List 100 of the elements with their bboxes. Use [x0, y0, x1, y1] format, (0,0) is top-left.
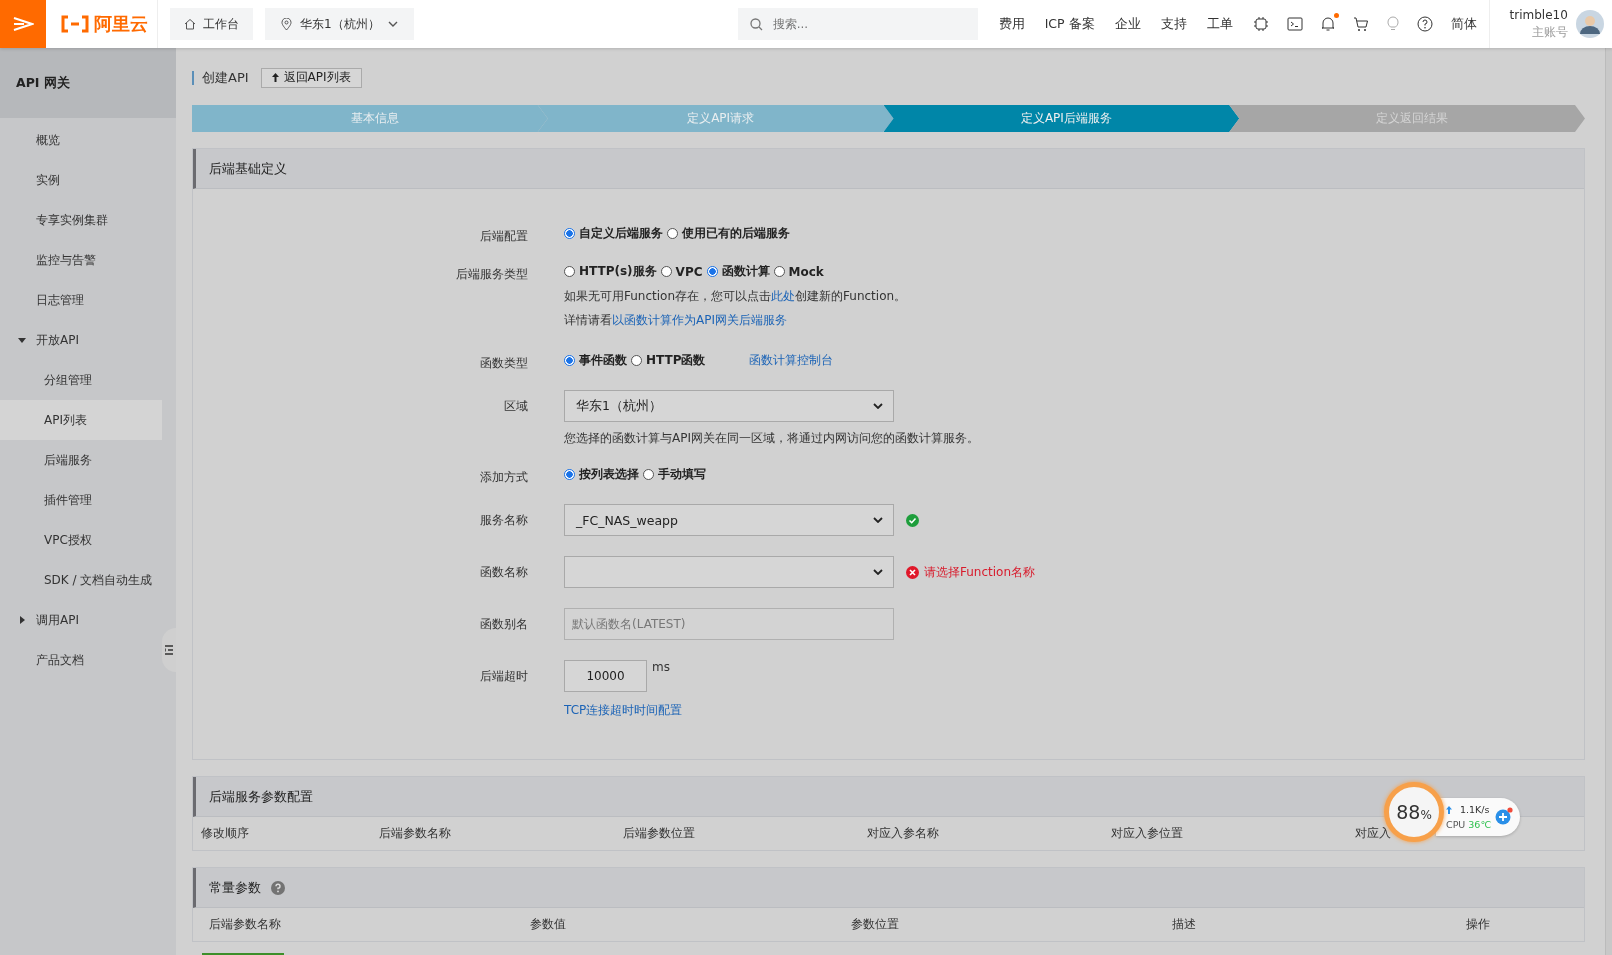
bell-icon[interactable] [1320, 16, 1335, 32]
home-icon [184, 18, 196, 30]
search-field[interactable]: 搜索... [737, 8, 978, 40]
field-label: 后端配置 [479, 228, 528, 245]
column-header: 参数位置 [851, 916, 900, 933]
sidebar-item[interactable]: SDK / 文档自动生成 [0, 560, 162, 600]
column-header: 后端参数名称 [379, 825, 452, 842]
cpu-label: CPU [1446, 818, 1466, 832]
cart-icon[interactable] [1352, 16, 1369, 32]
network-speed: 1.1K/s [1460, 803, 1490, 817]
field-label: 函数名称 [479, 564, 528, 581]
sidebar-item[interactable]: 专享实例集群 [0, 200, 162, 240]
workbench-button[interactable]: 工作台 [170, 8, 253, 40]
chevron-icon [387, 21, 398, 27]
unit-label: ms [652, 660, 670, 674]
column-header: 对应入参位置 [1111, 825, 1184, 842]
help-icon[interactable] [1416, 16, 1433, 32]
terminal-icon[interactable] [1286, 17, 1303, 31]
nav-link[interactable]: 企业 [1114, 15, 1141, 33]
caret-right-icon [18, 616, 26, 624]
chevron-icon [873, 569, 883, 575]
sidebar-item[interactable]: 调用API [0, 600, 162, 640]
radio-option[interactable]: 手动填写 [643, 466, 706, 483]
radio-option[interactable]: HTTP函数 [631, 352, 706, 369]
location-icon [281, 17, 292, 31]
sidebar-item[interactable]: 插件管理 [0, 480, 162, 520]
radio-option[interactable]: 使用已有的后端服务 [667, 225, 790, 242]
radio-option[interactable]: 事件函数 [564, 352, 627, 369]
doc-link[interactable]: 以函数计算作为API网关后端服务 [612, 313, 787, 327]
field-label: 函数别名 [479, 616, 528, 633]
section-title: 后端基础定义 [193, 149, 1584, 189]
console-link[interactable]: 函数计算控制台 [749, 352, 834, 369]
menu-button[interactable] [0, 0, 46, 48]
column-header: 后端参数位置 [623, 825, 696, 842]
column-header: 后端参数名称 [209, 916, 282, 933]
column-header: 参数值 [530, 916, 567, 933]
field-label: 添加方式 [479, 469, 528, 486]
collapse-handle[interactable] [162, 628, 176, 672]
dropdown-select[interactable]: _FC_NAS_weapp [564, 504, 894, 536]
search-input[interactable]: 搜索... [770, 16, 955, 32]
field-label: 函数类型 [479, 355, 528, 372]
radio-option[interactable]: HTTP(s)服务 [564, 263, 657, 280]
help-text: 您选择的函数计算与API网关在同一区域，将通过内网访问您的函数计算服务。 [564, 430, 980, 446]
radio-option[interactable]: VPC [660, 264, 703, 279]
sidebar-item[interactable]: 产品文档 [0, 640, 162, 680]
field-label: 后端超时 [479, 668, 528, 685]
nav-link[interactable]: 费用 [998, 15, 1025, 33]
config-link[interactable]: TCP连接超时时间配置 [564, 702, 683, 719]
caret-down-icon [18, 336, 26, 344]
account-role: 主账号 [1531, 24, 1568, 41]
language-link[interactable]: 简体 [1450, 15, 1477, 33]
sidebar-item[interactable]: 监控与告警 [0, 240, 162, 280]
field-label: 服务名称 [479, 512, 528, 529]
sidebar-item[interactable]: 日志管理 [0, 280, 162, 320]
upload-arrow-icon [1446, 805, 1452, 814]
error-message: 请选择Function名称 [924, 563, 1036, 581]
column-header: 操作 [1466, 916, 1491, 933]
column-header: 修改顺序 [201, 825, 250, 842]
dropdown-select[interactable]: 华东1（杭州） [564, 390, 894, 422]
list-icon [165, 645, 173, 655]
help-icon[interactable] [271, 880, 285, 895]
radio-option[interactable]: 函数计算 [706, 263, 770, 280]
radio-option[interactable]: 自定义后端服务 [564, 225, 663, 242]
column-header: 描述 [1172, 916, 1197, 933]
menu-icon [12, 16, 34, 32]
help-text: 如果无可用Function存在，您可以点击此处创建新的Function。 [564, 288, 908, 304]
chevron-icon [873, 403, 883, 409]
logo-icon [60, 15, 90, 33]
help-text: 详情请看以函数计算作为API网关后端服务 [564, 312, 788, 328]
column-header: 对应入 [1355, 825, 1392, 842]
logo-text: 阿里云 [94, 12, 148, 36]
region-selector[interactable]: 华东1（杭州） [265, 8, 414, 40]
nav-link[interactable]: ICP 备案 [1044, 15, 1095, 33]
back-button[interactable]: 返回API列表 [260, 67, 362, 88]
input-field[interactable]: 10000 [564, 660, 647, 692]
page-title: 创建API [192, 70, 249, 85]
field-label: 区域 [503, 398, 528, 415]
nav-link[interactable]: 支持 [1160, 15, 1187, 33]
sidebar-title: API 网关 [0, 48, 176, 118]
column-header: 对应入参名称 [867, 825, 940, 842]
sidebar-item[interactable]: 开放API [0, 320, 162, 360]
chevron-icon [873, 517, 883, 523]
upload-arrow-icon [271, 73, 279, 82]
sidebar-item[interactable]: 实例 [0, 160, 162, 200]
radio-option[interactable]: Mock [773, 264, 824, 279]
sidebar-item[interactable]: VPC授权 [0, 520, 162, 560]
search-icon [749, 17, 763, 31]
sidebar-item[interactable]: 分组管理 [0, 360, 162, 400]
field-label: 后端服务类型 [455, 266, 528, 283]
sidebar-item[interactable]: 后端服务 [0, 440, 162, 480]
plus-icon[interactable] [1495, 806, 1514, 825]
input-field[interactable]: 默认函数名(LATEST) [564, 608, 894, 640]
avatar[interactable] [1575, 10, 1604, 38]
chip-icon[interactable] [1252, 16, 1269, 32]
cpu-temperature: 36℃ [1468, 818, 1492, 832]
sidebar-item[interactable]: API列表 [0, 400, 162, 440]
radio-option[interactable]: 按列表选择 [564, 466, 639, 483]
doc-link[interactable]: 此处 [771, 289, 796, 303]
sidebar-item[interactable]: 概览 [0, 120, 162, 160]
nav-link[interactable]: 工单 [1206, 15, 1233, 33]
